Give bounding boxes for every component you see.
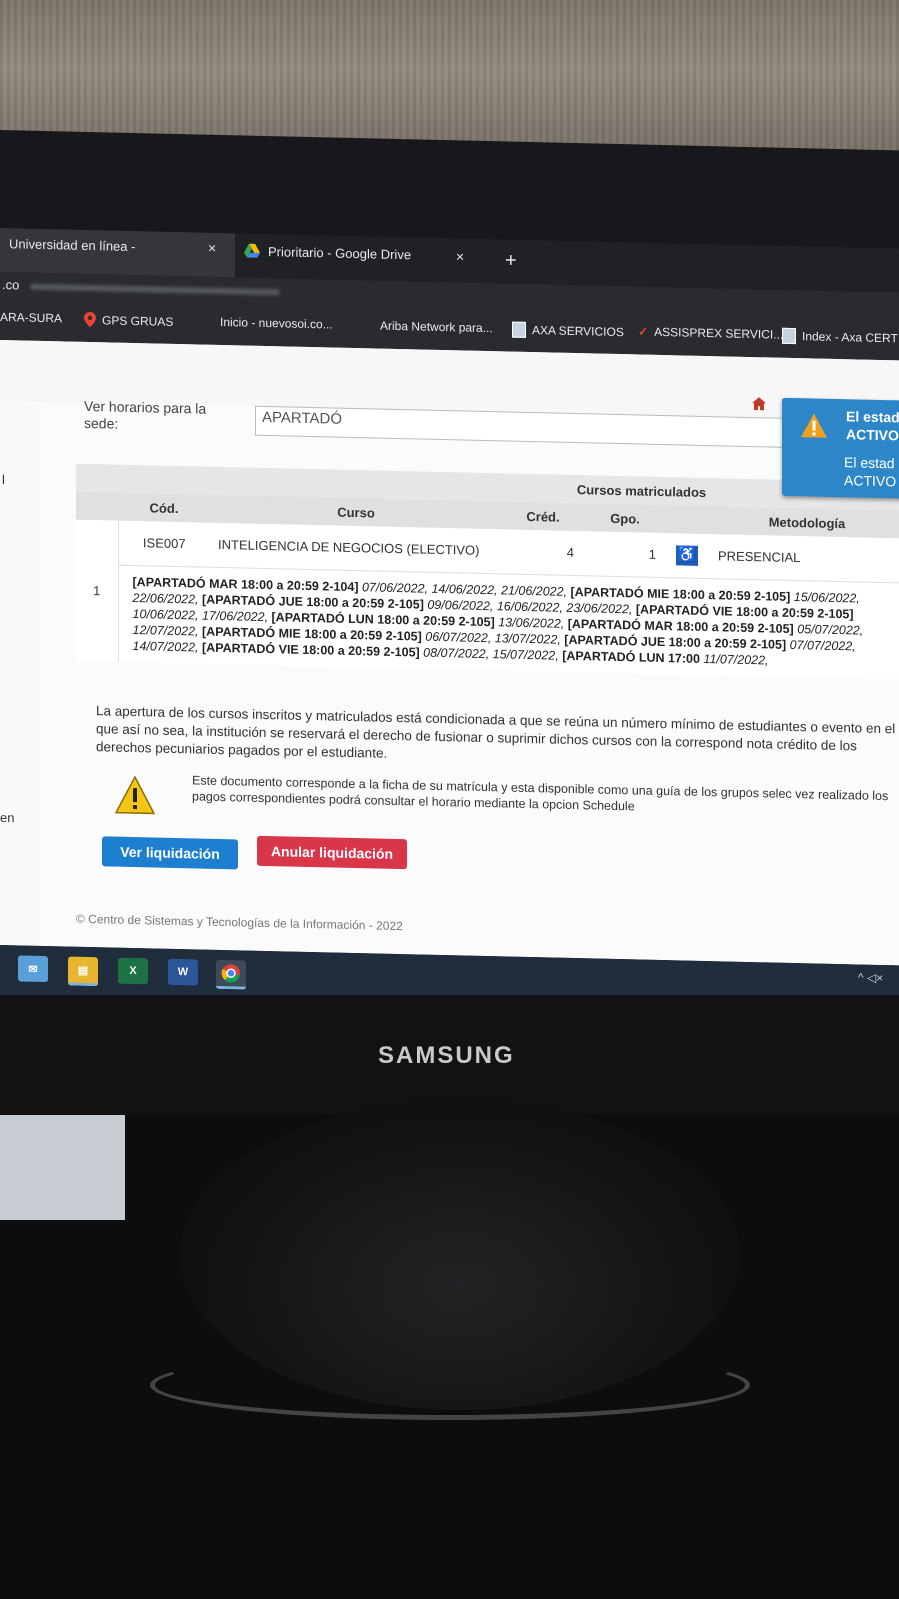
course-code: ISE007 [142,535,186,552]
new-tab-button[interactable]: + [505,249,517,272]
close-icon[interactable]: × [456,248,464,264]
map-pin-icon [84,312,96,328]
bookmark-label: Index - Axa CERTI [802,329,899,346]
disclaimer-text: La apertura de los cursos inscritos y ma… [96,703,896,761]
url-text: .co [2,277,20,293]
sidebar-fragment: l [2,472,5,488]
schedule-dates: 10/06/2022, 17/06/2022, [132,606,272,624]
warning-icon [114,775,156,815]
header-blank [666,505,708,534]
header-metodologia: Metodología [768,513,846,531]
tab-google-drive[interactable]: Prioritario - Google Drive × [236,233,476,282]
schedule-dates: 06/07/2022, 13/07/2022, [421,629,565,647]
schedule-cell: [APARTADÓ MAR 18:00 a 20:59 2-104] 07/06… [118,565,899,679]
row-index: 1 [76,519,118,662]
chrome-icon[interactable] [216,959,246,990]
notice-title: El estad ACTIVO [846,407,899,444]
bookmark-ara-sura[interactable]: ARA-SURA [0,310,62,325]
document-icon [512,321,526,338]
chrome-logo-icon [221,964,240,983]
web-page: l en Ver horarios para la sede: APARTADÓ… [0,340,899,966]
schedule-slot: [APARTADÓ VIE 18:00 a 20:59 2-105] [202,640,420,660]
bookmark-label: Inicio - nuevosoi.co... [220,314,333,332]
schedule-dates: 08/07/2022, 15/07/2022, [419,645,563,663]
bookmark-index-axa[interactable]: Index - Axa CERTI [782,327,899,347]
notice-line: El estad [846,408,899,426]
alert-icon [801,413,827,438]
bookmark-label: ARA-SURA [0,310,63,326]
course-group: 1 [648,546,656,563]
page-footer: © Centro de Sistemas y Tecnologías de la… [76,911,403,934]
system-tray[interactable]: ^ ◁× [858,970,883,985]
anular-liquidacion-button[interactable]: Anular liquidación [257,835,407,870]
excel-icon[interactable]: X [118,957,148,985]
notice-line: El estad [844,454,895,472]
monitor-brand-logo: SAMSUNG [378,1042,515,1069]
header-cred: Créd. [526,508,560,525]
bookmark-assisprex[interactable]: ✓ ASSISPREX SERVICI... [638,324,783,341]
bookmark-nuevosoi[interactable]: Inicio - nuevosoi.co... [220,315,333,332]
schedule-dates: 11/07/2022, [699,651,769,667]
assisprex-icon: ✓ [638,324,649,339]
bookmark-axa-servicios[interactable]: AXA SERVICIOS [512,321,624,341]
tab-label: Prioritario - Google Drive [268,244,412,263]
url-blur [30,283,280,296]
monitor-stand-base [150,1350,750,1420]
schedule-slot: [APARTADÓ LUN 17:00 [562,648,700,666]
monitor-screen: Universidad en línea - × Prioritario - G… [0,228,899,1021]
course-name: INTELIGENCIA DE NEGOCIOS (ELECTIVO) [218,536,480,558]
header-gpo: Gpo. [610,510,640,527]
course-method: PRESENCIAL [718,548,801,566]
bookmark-gps-gruas[interactable]: GPS GRUAS [84,312,173,329]
schedule-row: [APARTADÓ MAR 18:00 a 20:59 2-104] 07/06… [76,563,899,680]
ver-liquidacion-button[interactable]: Ver liquidación [102,836,238,870]
left-sidebar: l en [0,400,43,946]
tab-label: Universidad en línea - [9,236,136,255]
bookmark-label: AXA SERVICIOS [532,323,624,340]
google-drive-icon [244,243,260,258]
notice-line: ACTIVO [846,426,899,444]
tab-universidad[interactable]: Universidad en línea - × [0,228,235,278]
warning-text: Este documento corresponde a la ficha de… [192,773,889,814]
schedule-list: [APARTADÓ MAR 18:00 a 20:59 2-104] 07/06… [133,575,864,667]
courses-table: Cursos matriculados Cód. Curso Créd. Gpo… [76,463,899,680]
bookmark-label: GPS GRUAS [102,312,174,329]
document-icon [782,327,796,345]
course-credits: 4 [566,545,574,561]
sidebar-fragment: en [0,810,15,826]
word-icon[interactable]: W [168,958,198,986]
schedule-dates: 13/06/2022, [494,614,568,631]
notice-line: ACTIVO [844,472,897,490]
bookmark-label: ASSISPREX SERVICI... [654,324,784,342]
header-cod: Cód. [149,499,179,516]
status-notification[interactable]: El estad ACTIVO El estad ACTIVO [782,397,899,499]
bookmark-ariba[interactable]: Ariba Network para... [380,319,493,336]
home-icon[interactable] [752,397,766,411]
desk-paper [0,1115,125,1220]
accessibility-icon: ♿ [676,545,698,566]
sede-label: Ver horarios para la sede: [84,397,207,432]
close-icon[interactable]: × [208,240,216,256]
outlook-icon[interactable]: ✉ [18,955,48,983]
bookmark-label: Ariba Network para... [380,318,493,336]
main-content: Ver horarios para la sede: APARTADÓ Curs… [42,397,899,966]
notice-body: El estad ACTIVO [844,453,896,490]
file-explorer-icon[interactable]: ▤ [68,956,98,987]
